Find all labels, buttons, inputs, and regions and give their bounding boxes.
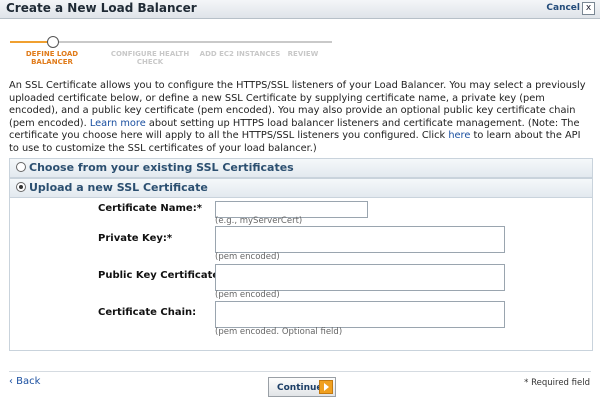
- cert-name-label: Certificate Name:*: [98, 203, 202, 214]
- wizard-step-configure-health-check: CONFIGURE HEALTH CHECK: [110, 50, 190, 66]
- wizard-step-define-load-balancer: DEFINE LOAD BALANCER: [25, 50, 79, 66]
- cert-chain-label: Certificate Chain:: [98, 307, 197, 318]
- existing-cert-header[interactable]: Choose from your existing SSL Certificat…: [10, 159, 592, 177]
- upload-cert-header[interactable]: Upload a new SSL Certificate: [10, 179, 592, 198]
- here-link[interactable]: here: [448, 130, 470, 141]
- footer-divider: [9, 371, 591, 372]
- public-key-textarea[interactable]: [215, 264, 505, 291]
- public-key-label: Public Key Certificate:*: [98, 270, 229, 281]
- private-key-label: Private Key:*: [98, 233, 173, 244]
- back-link[interactable]: ‹ Back: [9, 376, 40, 387]
- upload-cert-label: Upload a new SSL Certificate: [29, 181, 208, 194]
- dialog-title: Create a New Load Balancer: [6, 1, 197, 15]
- cancel-link[interactable]: Cancel: [546, 3, 580, 13]
- intro-text: An SSL Certificate allows you to configu…: [9, 80, 592, 155]
- continue-button[interactable]: Continue: [268, 377, 336, 397]
- wizard-track: [57, 41, 332, 43]
- wizard-progress: DEFINE LOAD BALANCER CONFIGURE HEALTH CH…: [10, 36, 340, 76]
- upload-cert-radio[interactable]: [16, 182, 26, 192]
- required-field-note: * Required field: [524, 378, 590, 388]
- wizard-track-done: [10, 41, 48, 43]
- close-icon[interactable]: x: [582, 2, 595, 15]
- arrow-right-icon: [319, 380, 333, 394]
- existing-cert-radio[interactable]: [16, 162, 26, 172]
- private-key-hint: (pem encoded): [215, 252, 280, 262]
- cert-chain-hint: (pem encoded. Optional field): [215, 327, 343, 337]
- public-key-hint: (pem encoded): [215, 290, 280, 300]
- existing-cert-panel: Choose from your existing SSL Certificat…: [9, 158, 593, 178]
- learn-more-link[interactable]: Learn more: [90, 118, 146, 129]
- continue-label: Continue: [277, 383, 323, 393]
- current-step-indicator: [47, 36, 59, 48]
- cert-chain-textarea[interactable]: [215, 301, 505, 328]
- existing-cert-label: Choose from your existing SSL Certificat…: [29, 161, 294, 174]
- dialog-header: Create a New Load Balancer Cancel x: [0, 0, 600, 19]
- private-key-textarea[interactable]: [215, 226, 505, 253]
- wizard-step-add-ec2-instances: ADD EC2 INSTANCES: [199, 50, 281, 58]
- wizard-step-review: REVIEW: [287, 50, 319, 58]
- cert-name-hint: (e.g., myServerCert): [215, 216, 303, 226]
